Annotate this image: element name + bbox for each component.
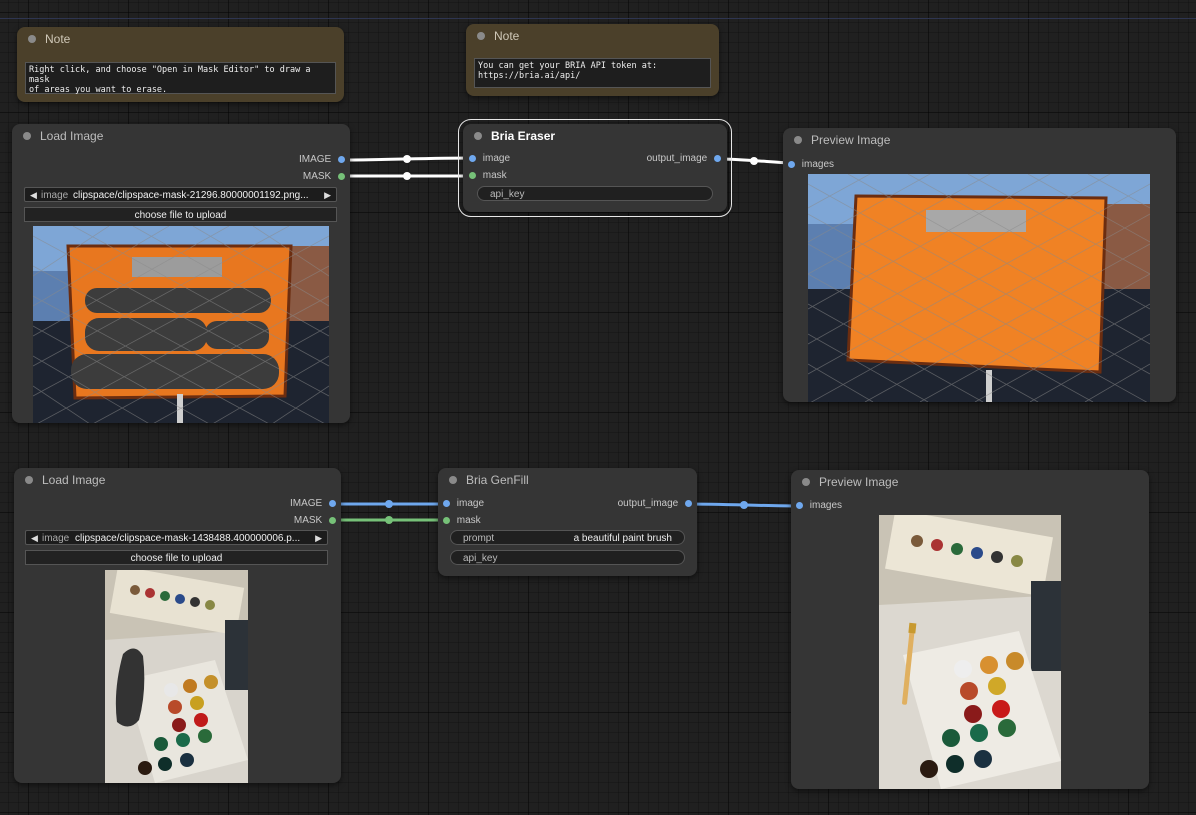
api-key-input[interactable]: api_key (477, 186, 713, 201)
api-key-input[interactable]: api_key (450, 550, 685, 565)
prompt-input[interactable]: prompt a beautiful paint brush (450, 530, 685, 545)
widget-label: api_key (490, 189, 525, 200)
widget-value: a beautiful paint brush (573, 533, 672, 544)
collapse-dot-icon[interactable] (474, 132, 482, 140)
input-slot-label: mask (482, 170, 507, 181)
preview-image-node-1[interactable]: Preview Image images (783, 128, 1176, 402)
combo-value: clipspace/clipspace-mask-21296.800000011… (73, 190, 309, 201)
output-slot-label: IMAGE (298, 154, 332, 165)
input-slot-images[interactable]: images (788, 159, 834, 171)
output-slot-image[interactable]: IMAGE (299, 154, 345, 166)
link-mask-eraser-midpoint (403, 172, 411, 180)
image-preview-orange-sign-erased (808, 174, 1150, 402)
link-genfill-preview-midpoint (740, 501, 748, 509)
collapse-dot-icon[interactable] (802, 478, 810, 486)
output-slot-dot-icon[interactable] (329, 516, 336, 524)
image-preview-paint-palette-filled (879, 515, 1061, 789)
combo-value: clipspace/clipspace-mask-1438488.4000000… (75, 533, 301, 544)
note-title[interactable]: Note (466, 24, 719, 48)
input-slot-dot-icon[interactable] (469, 171, 476, 179)
input-slot-mask[interactable]: mask (443, 515, 481, 527)
link-image-genfill-midpoint (385, 500, 393, 508)
output-slot-mask[interactable]: MASK (294, 515, 336, 527)
node-title-label: Load Image (42, 473, 106, 487)
node-title[interactable]: Preview Image (783, 128, 1176, 152)
node-title[interactable]: Load Image (12, 124, 350, 148)
note-node-erase-instructions[interactable]: Note Right click, and choose "Open in Ma… (17, 27, 344, 102)
combo-label: image (41, 190, 69, 201)
node-title[interactable]: Preview Image (791, 470, 1149, 494)
node-title[interactable]: Bria GenFill (438, 468, 697, 492)
collapse-dot-icon[interactable] (28, 35, 36, 43)
note-title-label: Note (494, 29, 520, 43)
right-triangle-icon[interactable]: ▶ (324, 188, 331, 201)
output-slot-dot-icon[interactable] (685, 499, 692, 507)
output-slot-dot-icon[interactable] (714, 154, 721, 162)
input-slot-image[interactable]: image (443, 498, 484, 510)
input-slot-dot-icon[interactable] (788, 160, 795, 168)
collapse-dot-icon[interactable] (25, 476, 33, 484)
node-title[interactable]: Load Image (14, 468, 341, 492)
load-image-node-1[interactable]: Load Image IMAGE MASK ◀ image clipspace/… (12, 124, 350, 423)
input-slot-label: mask (456, 515, 481, 526)
input-slot-label: image (482, 153, 511, 164)
upload-button[interactable]: choose file to upload (24, 207, 337, 222)
input-slot-label: images (809, 500, 843, 511)
node-title-label: Preview Image (811, 133, 891, 147)
combo-label: image (42, 533, 70, 544)
note-textarea[interactable]: Right click, and choose "Open in Mask Ed… (25, 62, 336, 95)
image-combo-widget[interactable]: ◀ image clipspace/clipspace-mask-1438488… (25, 530, 328, 545)
output-slot-label: output_image (646, 153, 708, 164)
left-triangle-icon[interactable]: ◀ (31, 531, 38, 544)
input-slot-dot-icon[interactable] (796, 501, 803, 509)
output-slot-image[interactable]: IMAGE (290, 498, 336, 510)
link-eraser-preview-midpoint (750, 157, 758, 165)
output-slot-dot-icon[interactable] (338, 155, 345, 163)
input-slot-mask[interactable]: mask (469, 170, 507, 182)
output-slot-output-image[interactable]: output_image (618, 498, 692, 510)
collapse-dot-icon[interactable] (449, 476, 457, 484)
output-slot-output-image[interactable]: output_image (647, 153, 721, 165)
output-slot-mask[interactable]: MASK (303, 171, 345, 183)
bria-genfill-node[interactable]: Bria GenFill image mask output_image pro… (438, 468, 697, 576)
collapse-dot-icon[interactable] (794, 136, 802, 144)
node-title-label: Load Image (40, 129, 104, 143)
input-slot-dot-icon[interactable] (443, 516, 450, 524)
bria-eraser-node[interactable]: Bria Eraser image mask output_image api_… (458, 119, 732, 217)
link-image-eraser-midpoint (403, 155, 411, 163)
node-title[interactable]: Bria Eraser (463, 124, 727, 148)
collapse-dot-icon[interactable] (23, 132, 31, 140)
output-slot-label: output_image (617, 498, 679, 509)
load-image-node-2[interactable]: Load Image IMAGE MASK ◀ image clipspace/… (14, 468, 341, 783)
node-title-label: Bria Eraser (491, 129, 556, 143)
output-slot-dot-icon[interactable] (329, 499, 336, 507)
link-mask-genfill-midpoint (385, 516, 393, 524)
collapse-dot-icon[interactable] (477, 32, 485, 40)
note-title-label: Note (45, 32, 71, 46)
input-slot-dot-icon[interactable] (469, 154, 476, 162)
upload-button[interactable]: choose file to upload (25, 550, 328, 565)
left-triangle-icon[interactable]: ◀ (30, 188, 37, 201)
output-slot-label: IMAGE (289, 498, 323, 509)
output-slot-dot-icon[interactable] (338, 172, 345, 180)
input-slot-images[interactable]: images (796, 500, 842, 512)
image-combo-widget[interactable]: ◀ image clipspace/clipspace-mask-21296.8… (24, 187, 337, 202)
note-title[interactable]: Note (17, 27, 344, 51)
widget-label: api_key (463, 553, 498, 564)
input-slot-label: image (456, 498, 485, 509)
input-slot-label: images (801, 159, 835, 170)
note-textarea[interactable]: You can get your BRIA API token at: http… (474, 58, 711, 88)
widget-label: prompt (463, 533, 495, 544)
right-triangle-icon[interactable]: ▶ (315, 531, 322, 544)
node-title-label: Preview Image (819, 475, 899, 489)
output-slot-label: MASK (302, 171, 332, 182)
node-title-label: Bria GenFill (466, 473, 529, 487)
image-preview-orange-sign-masked (33, 226, 329, 423)
input-slot-dot-icon[interactable] (443, 499, 450, 507)
note-node-api-token[interactable]: Note You can get your BRIA API token at:… (466, 24, 719, 96)
image-preview-paint-palette-masked (105, 570, 248, 783)
preview-image-node-2[interactable]: Preview Image images (791, 470, 1149, 789)
output-slot-label: MASK (293, 515, 323, 526)
input-slot-image[interactable]: image (469, 153, 510, 165)
